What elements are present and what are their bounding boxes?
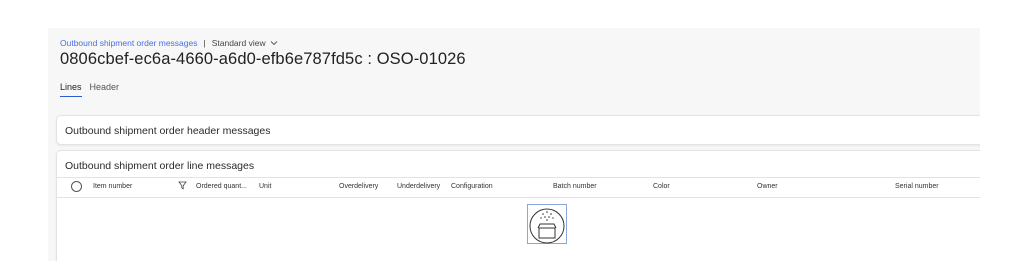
select-all-checkbox[interactable] (71, 181, 82, 192)
tab-bar: Lines Header (60, 82, 127, 97)
empty-box-icon (527, 204, 567, 244)
page-title: 0806cbef-ec6a-4660-a6d0-efb6e787fd5c : O… (60, 50, 466, 68)
column-header-configuration[interactable]: Configuration (451, 183, 493, 190)
column-header-color[interactable]: Color (653, 183, 670, 190)
breadcrumb-separator: | (203, 38, 206, 48)
column-header-serial-number[interactable]: Serial number (895, 183, 939, 190)
page-header: Outbound shipment order messages | Stand… (48, 28, 980, 110)
breadcrumb-link[interactable]: Outbound shipment order messages (60, 38, 198, 48)
view-selector[interactable]: Standard view (212, 38, 278, 48)
column-header-underdelivery[interactable]: Underdelivery (397, 183, 440, 190)
view-selector-label: Standard view (211, 38, 266, 48)
column-header-item-number[interactable]: Item number (93, 183, 132, 190)
column-header-owner[interactable]: Owner (757, 183, 778, 190)
chevron-down-icon (270, 41, 277, 46)
column-header-ordered-quantity[interactable]: Ordered quant... (196, 183, 247, 190)
grid-header: Item number Ordered quant... Unit Overde… (57, 177, 980, 198)
section-title: Outbound shipment order header messages (65, 125, 271, 137)
section-title[interactable]: Outbound shipment order line messages (65, 160, 254, 172)
line-messages-section: Outbound shipment order line messages It… (56, 150, 980, 261)
page: Outbound shipment order messages | Stand… (48, 28, 980, 261)
header-messages-section[interactable]: Outbound shipment order header messages (56, 115, 980, 145)
tab-lines[interactable]: Lines (60, 82, 82, 97)
tab-header[interactable]: Header (90, 82, 120, 97)
column-header-batch-number[interactable]: Batch number (553, 183, 597, 190)
breadcrumb: Outbound shipment order messages | Stand… (60, 36, 278, 50)
filter-icon[interactable] (178, 181, 187, 190)
column-header-unit[interactable]: Unit (259, 183, 271, 190)
column-header-overdelivery[interactable]: Overdelivery (339, 183, 378, 190)
